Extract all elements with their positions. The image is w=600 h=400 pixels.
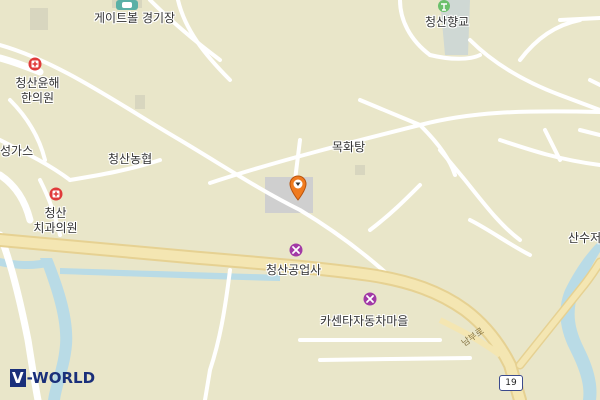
label-sansu[interactable]: 산수저 [568,229,600,246]
dental-hospital-icon[interactable] [49,187,63,201]
map-canvas[interactable]: 게이트볼 경기장 청산향교 청산윤해 한의원 성가스 청산농협 청산 치과의원 … [0,0,600,400]
hospital-icon[interactable] [28,57,42,71]
label-carcenter[interactable]: 카센타자동차마을 [320,312,408,329]
repair-shop-icon[interactable] [289,243,303,257]
label-clinic-2[interactable]: 한의원 [10,89,65,106]
label-industrial[interactable]: 청산공업사 [266,261,321,278]
label-gas[interactable]: 성가스 [0,142,33,159]
landmark-icon[interactable] [437,0,451,12]
label-gateball[interactable]: 게이트볼 경기장 [94,9,175,26]
label-nonghyup[interactable]: 청산농협 [108,150,152,167]
vworld-logo: V -WORLD [10,369,96,387]
location-marker-icon[interactable] [288,175,308,201]
label-hyanggyo[interactable]: 청산향교 [425,13,469,30]
label-bathhouse[interactable]: 목화탕 [332,138,365,155]
route-shield: 19 [499,375,523,391]
car-repair-icon[interactable] [363,292,377,306]
label-dental-2[interactable]: 치과의원 [28,219,83,236]
